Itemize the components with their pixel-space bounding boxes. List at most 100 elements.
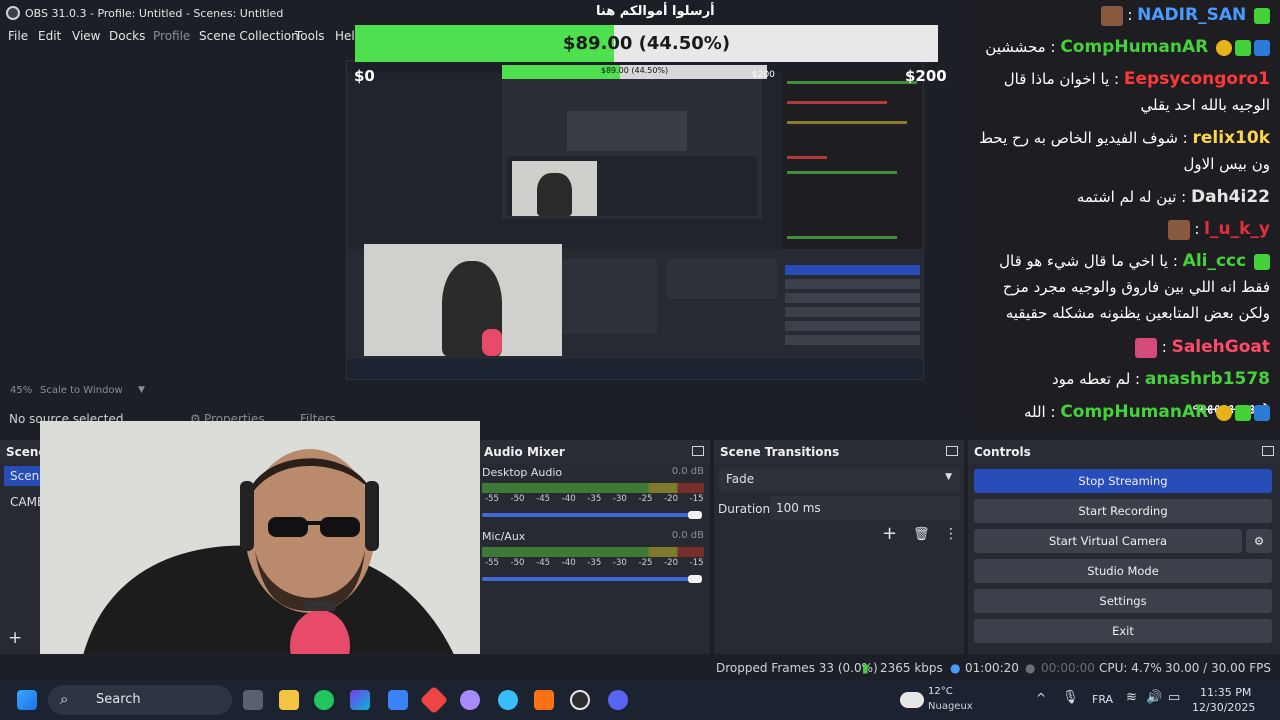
transition-select[interactable]: Fade ▼	[718, 468, 960, 492]
volume-slider[interactable]	[482, 513, 690, 517]
weather-desc: Nuageux	[928, 701, 973, 712]
audio-mixer-title: Audio Mixer	[478, 440, 710, 464]
virtual-camera-settings-button[interactable]: ⚙	[1246, 529, 1272, 553]
settings-button[interactable]: Settings	[974, 589, 1272, 613]
chat-username: CompHumanAR	[1060, 402, 1209, 422]
menu-tools[interactable]: Tools	[295, 29, 325, 43]
studio-mode-button[interactable]: Studio Mode	[974, 559, 1272, 583]
taskbar-search-label: Search	[96, 692, 141, 707]
start-recording-button[interactable]: Start Recording	[974, 499, 1272, 523]
dropped-frames: Dropped Frames 33 (0.0%)	[716, 661, 878, 675]
popout-icon[interactable]	[946, 446, 958, 456]
wifi-icon[interactable]: ≋	[1126, 690, 1137, 705]
track-db: 0.0 dB	[671, 530, 704, 541]
app-icon[interactable]	[419, 685, 449, 715]
file-explorer-icon[interactable]	[279, 690, 299, 710]
weather-icon[interactable]	[900, 692, 924, 708]
diamond-badge-icon	[1254, 253, 1270, 270]
taskbar-search[interactable]: ⌕ Search	[48, 685, 232, 715]
audio-mixer-dock: Audio Mixer Desktop Audio 0.0 dB -55 -50…	[478, 440, 766, 654]
track-name: Mic/Aux	[482, 530, 526, 543]
chat-text: محششين	[985, 38, 1046, 56]
menu-file[interactable]: File	[8, 29, 28, 43]
scene-transitions-dock: Scene Transitions Fade ▼ Duration 100 ms…	[714, 440, 964, 654]
start-virtual-camera-button[interactable]: Start Virtual Camera	[974, 529, 1242, 553]
clock-time[interactable]: 11:35 PM	[1200, 686, 1251, 699]
search-icon: ⌕	[60, 690, 69, 708]
volume-slider-knob[interactable]	[688, 575, 702, 583]
microphone-icon[interactable]: 🎙	[1062, 690, 1079, 705]
duration-input[interactable]: 100 ms	[770, 496, 960, 520]
xbox-icon[interactable]	[314, 690, 334, 710]
chat-username: NADIR_SAN	[1137, 5, 1247, 25]
donation-min-label: $0	[354, 67, 375, 85]
diamond-badge-icon	[1235, 404, 1251, 421]
language-indicator[interactable]: FRA	[1092, 693, 1113, 706]
obs-logo-icon	[6, 6, 20, 20]
emote-icon	[1135, 337, 1157, 358]
chat-app-icon[interactable]	[460, 690, 480, 710]
webcam-feed	[40, 421, 480, 668]
add-transition-icon[interactable]: +	[882, 523, 897, 544]
prime-badge-icon	[1254, 404, 1270, 421]
controls-title: Controls	[968, 440, 1280, 464]
volume-slider[interactable]	[482, 577, 690, 581]
menu-scene-collection[interactable]: Scene Collection	[199, 29, 299, 43]
windows-start-icon[interactable]	[17, 690, 37, 710]
chat-username: l_u_k_y	[1204, 219, 1270, 239]
zoom-level[interactable]: 45%	[10, 385, 32, 396]
volume-slider-knob[interactable]	[688, 511, 702, 519]
status-bar: Dropped Frames 33 (0.0%) ▮ 2365 kbps ● 0…	[0, 654, 1280, 680]
chevron-down-icon[interactable]: ▼	[138, 385, 145, 395]
donation-amount: $89.00 (44.50%)	[562, 33, 731, 54]
popout-icon[interactable]	[692, 446, 704, 456]
taskbar: ⌕ Search 12°C Nuageux ^ 🎙 FRA ≋ 🔊 ▭ 11:3…	[0, 680, 1280, 720]
chat-message: NADIR_SAN :	[974, 2, 1270, 28]
edge-icon[interactable]	[498, 690, 518, 710]
weather-temp: 12°C	[928, 686, 953, 697]
donation-max-label: $200	[905, 67, 947, 85]
record-time: 00:00:00	[1041, 661, 1095, 675]
scene-item[interactable]: Scene	[4, 466, 47, 486]
trash-icon[interactable]: 🗑	[913, 527, 930, 542]
prime-badge-icon	[1254, 39, 1270, 56]
store-icon[interactable]	[388, 690, 408, 710]
chat-username: relix10k	[1192, 128, 1271, 148]
menu-docks[interactable]: Docks	[109, 29, 145, 43]
cpu-usage: CPU: 4.7%	[1099, 661, 1162, 675]
chevron-up-icon[interactable]: ^	[1036, 691, 1046, 705]
scale-mode[interactable]: Scale to Window	[40, 385, 123, 396]
menu-profile[interactable]: Profile	[153, 29, 190, 43]
battery-icon[interactable]: ▭	[1168, 690, 1180, 705]
popout-icon[interactable]	[1262, 446, 1274, 456]
volume-meter	[482, 483, 704, 493]
emote-icon	[1167, 219, 1190, 240]
track-db: 0.0 dB	[671, 466, 704, 477]
add-scene-icon[interactable]: +	[8, 628, 22, 648]
clock-date[interactable]: 12/30/2025	[1192, 701, 1255, 714]
bitrate: 2365 kbps	[880, 661, 943, 675]
exit-button[interactable]: Exit	[974, 619, 1272, 643]
transition-selected: Fade	[726, 472, 755, 486]
discord-icon[interactable]	[608, 690, 628, 710]
volume-icon[interactable]: 🔊	[1146, 690, 1162, 705]
donation-progress-bar: $89.00 (44.50%)	[355, 25, 938, 62]
chat-message: CompHumanAR : الله اكبرررررر	[974, 399, 1270, 430]
chat-username: Ali_ccc	[1182, 251, 1247, 271]
chat-overlay: NADIR_SAN : CompHumanAR : محششين Eepsyco…	[970, 0, 1280, 430]
stop-streaming-button[interactable]: Stop Streaming	[974, 469, 1272, 493]
menu-edit[interactable]: Edit	[38, 29, 61, 43]
brave-icon[interactable]	[534, 690, 554, 710]
obs-taskbar-icon[interactable]	[570, 690, 590, 710]
more-options-icon[interactable]: ⋮	[944, 526, 958, 542]
duration-value: 100 ms	[776, 501, 821, 515]
copilot-icon[interactable]	[350, 690, 370, 710]
task-view-icon[interactable]	[243, 690, 263, 710]
screen-capture-source: $89.00 (44.50%) $0 $200	[346, 60, 924, 380]
chat-text: تين له لم اشتمه	[1076, 188, 1177, 206]
live-time: 01:00:20	[965, 661, 1019, 675]
track-name: Desktop Audio	[482, 466, 563, 479]
chat-username: anashrb1578	[1144, 369, 1270, 389]
menu-view[interactable]: View	[72, 29, 100, 43]
donation-title: أرسلوا أموالكم هنا	[596, 4, 715, 19]
